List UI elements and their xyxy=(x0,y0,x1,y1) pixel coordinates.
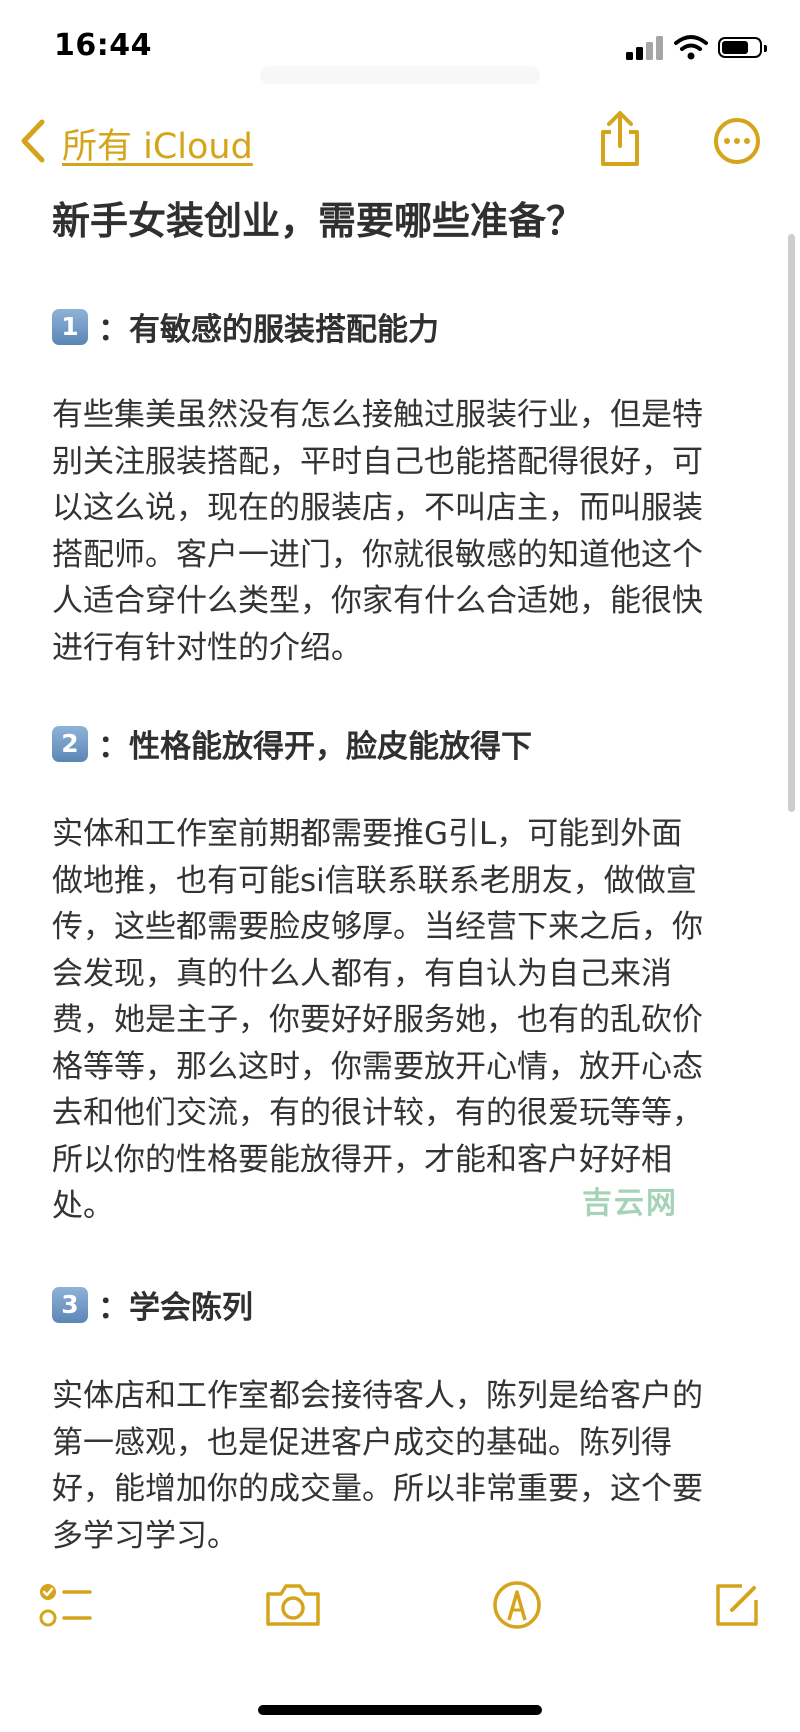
back-button-label[interactable]: 所有 iCloud xyxy=(62,118,253,169)
section-heading-text: ：性格能放得开，脸皮能放得下 xyxy=(98,729,532,765)
wifi-icon xyxy=(674,35,708,60)
camera-icon[interactable] xyxy=(264,1580,322,1628)
battery-icon xyxy=(718,37,767,58)
markup-icon[interactable] xyxy=(492,1580,542,1630)
section-paragraph-2[interactable]: 实体和工作室前期都需要推G引L，可能到外面 做地推，也有可能si信联系联系老朋友… xyxy=(52,811,748,1230)
checklist-icon[interactable] xyxy=(38,1580,94,1632)
status-background-blur xyxy=(260,66,540,84)
paragraph-line: 会发现，真的什么人都有，有自认为自己来消 xyxy=(52,955,672,992)
paragraph-line: 多学习学习。 xyxy=(52,1517,238,1554)
paragraph-line: 实体和工作室前期都需要推G引L，可能到外面 xyxy=(52,816,683,852)
paragraph-line: 格等等，那么这时，你需要放开心情，放开心态 xyxy=(52,1048,703,1085)
compose-icon[interactable] xyxy=(712,1580,762,1630)
cellular-signal-icon xyxy=(626,36,664,60)
number-badge-2: 2 xyxy=(52,725,88,762)
paragraph-line: 实体店和工作室都会接待客人，陈列是给客户的 xyxy=(52,1378,703,1414)
share-icon[interactable] xyxy=(596,110,644,168)
section-heading-2[interactable]: 2 ：性格能放得开，脸皮能放得下 xyxy=(52,721,532,766)
section-heading-text: ：有敏感的服装搭配能力 xyxy=(98,312,439,348)
number-badge-1: 1 xyxy=(52,308,88,345)
paragraph-line: 费，她是主子，你要好好服务她，也有的乱砍价 xyxy=(52,1002,703,1038)
paragraph-line: 以这么说，现在的服装店，不叫店主，而叫服装 xyxy=(52,490,703,526)
section-paragraph-3[interactable]: 实体店和工作室都会接待客人，陈列是给客户的 第一感观，也是促进客户成交的基础。陈… xyxy=(52,1373,748,1559)
section-heading-3[interactable]: 3 ：学会陈列 xyxy=(52,1282,253,1327)
paragraph-line: 有些集美虽然没有怎么接触过服装行业，但是特 xyxy=(52,397,703,433)
home-indicator[interactable] xyxy=(258,1705,542,1715)
paragraph-line: 去和他们交流，有的很计较，有的很爱玩等等， xyxy=(52,1095,703,1131)
scrollbar[interactable] xyxy=(788,234,795,812)
paragraph-line: 第一感观，也是促进客户成交的基础。陈列得 xyxy=(52,1424,672,1461)
paragraph-line: 好，能增加你的成交量。所以非常重要，这个要 xyxy=(52,1471,703,1507)
section-paragraph-1[interactable]: 有些集美虽然没有怎么接触过服装行业，但是特 别关注服装搭配，平时自己也能搭配得很… xyxy=(52,392,748,671)
number-badge-3: 3 xyxy=(52,1286,88,1323)
paragraph-line: 做地推，也有可能si信联系联系老朋友，做做宣 xyxy=(52,862,697,899)
back-chevron-icon[interactable] xyxy=(18,118,48,164)
status-time: 16:44 xyxy=(54,28,152,63)
note-title[interactable]: 新手女装创业，需要哪些准备？ xyxy=(52,190,584,245)
section-heading-1[interactable]: 1 ：有敏感的服装搭配能力 xyxy=(52,304,439,349)
paragraph-line: 所以你的性格要能放得开，才能和客户好好相 xyxy=(52,1141,672,1178)
paragraph-line: 搭配师。客户一进门，你就很敏感的知道他这个 xyxy=(52,536,703,573)
more-options-icon[interactable] xyxy=(713,117,761,165)
watermark: 吉云网 xyxy=(582,1186,678,1221)
section-heading-text: ：学会陈列 xyxy=(98,1290,253,1326)
paragraph-line: 人适合穿什么类型，你家有什么合适她，能很快 xyxy=(52,583,703,619)
paragraph-line: 别关注服装搭配，平时自己也能搭配得很好，可 xyxy=(52,443,703,480)
paragraph-line: 进行有针对性的介绍。 xyxy=(52,629,362,666)
paragraph-line: 传，这些都需要脸皮够厚。当经营下来之后，你 xyxy=(52,909,703,945)
